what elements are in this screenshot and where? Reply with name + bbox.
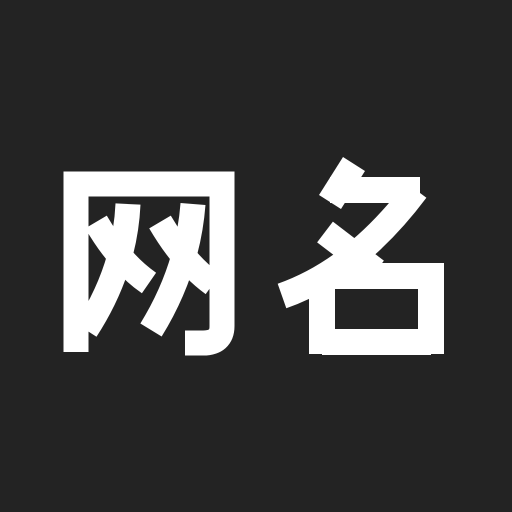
logo-glyph-wang (63, 171, 235, 356)
logo-wordmark (63, 157, 444, 356)
logo-glyph-ming (277, 157, 444, 355)
app-icon: 网名 (0, 0, 512, 512)
